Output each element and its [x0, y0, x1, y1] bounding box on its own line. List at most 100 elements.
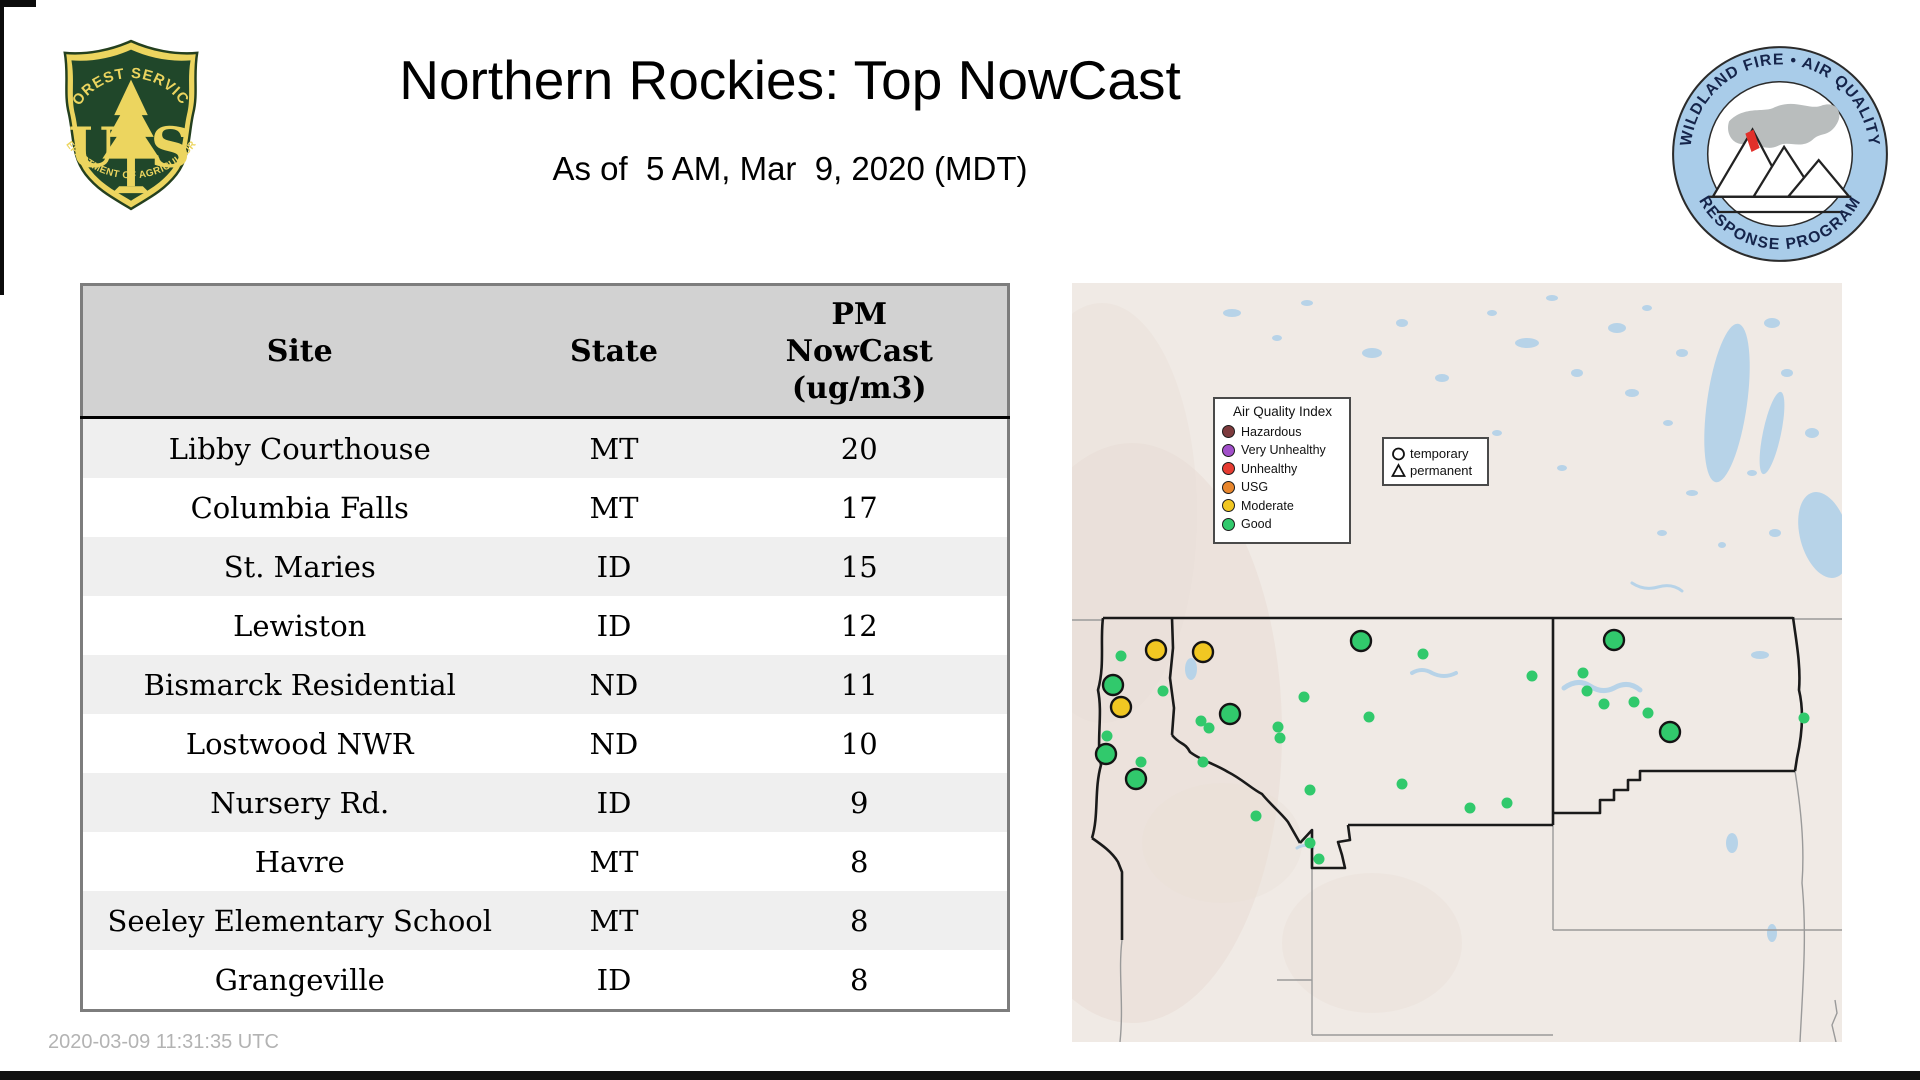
column-header-pm-nowcast: PM NowCast (ug/m3): [711, 284, 1009, 419]
page-frame-top: [0, 0, 36, 7]
page-frame-left: [0, 0, 4, 295]
state-cell: MT: [516, 832, 712, 891]
value-cell: 9: [711, 773, 1009, 832]
site-cell: Havre: [81, 832, 517, 891]
monitor-marker-good: [1298, 691, 1310, 703]
aqi-legend-item: Very Unhealthy: [1222, 443, 1343, 459]
monitor-marker-good: [1417, 648, 1429, 660]
column-header-state: State: [516, 284, 712, 419]
state-cell: ID: [516, 537, 712, 596]
value-cell: 11: [711, 655, 1009, 714]
monitor-marker-good: [1197, 756, 1209, 768]
monitor-marker-good: [1798, 712, 1810, 724]
monitor-marker-good: [1304, 784, 1316, 796]
aqi-legend-item: Good: [1222, 517, 1343, 533]
value-cell: 12: [711, 596, 1009, 655]
state-cell: ID: [516, 773, 712, 832]
aqi-legend-item: Unhealthy: [1222, 461, 1343, 477]
table-header: Site State PM NowCast (ug/m3): [81, 284, 1009, 419]
value-cell: 17: [711, 478, 1009, 537]
symbol-legend: temporary permanent: [1382, 437, 1489, 486]
aqi-color-dot: [1222, 462, 1235, 476]
monitor-marker-good: [1203, 722, 1215, 734]
wfaqrp-logo: WILDLAND FIRE • AIR QUALITY RESPONSE PRO…: [1668, 42, 1892, 266]
page-title: Northern Rockies: Top NowCast: [399, 49, 1181, 111]
site-cell: Grangeville: [81, 950, 517, 1011]
page-subtitle: As of 5 AM, Mar 9, 2020 (MDT): [552, 150, 1028, 187]
monitor-marker-moderate: [1109, 695, 1133, 719]
temporary-label: temporary: [1410, 446, 1469, 461]
table-row: Grangeville ID 8: [81, 950, 1009, 1011]
site-cell: Lewiston: [81, 596, 517, 655]
monitor-marker-good: [1598, 698, 1610, 710]
monitor-marker-good: [1349, 629, 1373, 653]
temporary-circle-icon: [1392, 447, 1405, 461]
aqi-legend-label: Hazardous: [1241, 424, 1302, 439]
monitor-marker-good: [1218, 702, 1242, 726]
monitor-marker-moderate: [1191, 640, 1215, 664]
monitor-marker-good: [1658, 720, 1682, 744]
site-cell: St. Maries: [81, 537, 517, 596]
monitor-marker-good: [1101, 673, 1125, 697]
aqi-color-dot: [1222, 480, 1235, 494]
page-frame-bottom: [0, 1071, 1920, 1080]
table-row: Lostwood NWR ND 10: [81, 714, 1009, 773]
monitor-marker-good: [1115, 650, 1127, 662]
site-cell: Seeley Elementary School: [81, 891, 517, 950]
site-cell: Libby Courthouse: [81, 417, 517, 478]
monitor-marker-good: [1628, 696, 1640, 708]
monitor-marker-good: [1526, 670, 1538, 682]
monitor-marker-good: [1581, 685, 1593, 697]
aqi-color-dot: [1222, 425, 1235, 439]
value-cell: 15: [711, 537, 1009, 596]
table-row: Seeley Elementary School MT 8: [81, 891, 1009, 950]
monitor-marker-good: [1274, 732, 1286, 744]
monitor-marker-good: [1304, 837, 1316, 849]
site-cell: Bismarck Residential: [81, 655, 517, 714]
monitor-marker-good: [1501, 797, 1513, 809]
table-row: St. Maries ID 15: [81, 537, 1009, 596]
monitor-marker-good: [1363, 711, 1375, 723]
monitor-marker-good: [1101, 730, 1113, 742]
monitor-marker-moderate: [1144, 638, 1168, 662]
monitor-marker-good: [1577, 667, 1589, 679]
aqi-legend-label: Unhealthy: [1241, 461, 1298, 476]
aqi-color-dot: [1222, 443, 1235, 457]
monitor-marker-good: [1642, 707, 1654, 719]
state-cell: MT: [516, 891, 712, 950]
monitor-marker-good: [1124, 767, 1148, 791]
value-cell: 8: [711, 832, 1009, 891]
table-row: Columbia Falls MT 17: [81, 478, 1009, 537]
monitor-marker-good: [1396, 778, 1408, 790]
state-cell: MT: [516, 417, 712, 478]
aqi-legend-item: Moderate: [1222, 498, 1343, 514]
monitor-marker-good: [1250, 810, 1262, 822]
column-header-site: Site: [81, 284, 517, 419]
monitor-marker-good: [1272, 721, 1284, 733]
value-cell: 20: [711, 417, 1009, 478]
monitor-marker-good: [1157, 685, 1169, 697]
monitor-map: Air Quality Index Hazardous Very Unhealth…: [1072, 283, 1842, 1042]
permanent-label: permanent: [1410, 463, 1473, 478]
table-row: Lewiston ID 12: [81, 596, 1009, 655]
aqi-color-dot: [1222, 499, 1235, 513]
aqi-legend-item: USG: [1222, 480, 1343, 496]
site-cell: Nursery Rd.: [81, 773, 517, 832]
aqi-legend-label: USG: [1241, 480, 1269, 495]
table-row: Bismarck Residential ND 11: [81, 655, 1009, 714]
value-cell: 10: [711, 714, 1009, 773]
aqi-legend-label: Very Unhealthy: [1241, 443, 1326, 458]
value-cell: 8: [711, 891, 1009, 950]
usfs-logo: FOREST SERVICE DEPARTMENT OF AGRICULTURE…: [47, 24, 210, 214]
usfs-shield-icon: FOREST SERVICE DEPARTMENT OF AGRICULTURE…: [47, 24, 199, 211]
state-cell: ND: [516, 655, 712, 714]
aqi-legend-label: Moderate: [1241, 498, 1294, 513]
generated-timestamp: 2020-03-09 11:31:35 UTC: [48, 1031, 279, 1053]
table-row: Libby Courthouse MT 20: [81, 417, 1009, 478]
state-cell: ND: [516, 714, 712, 773]
basemap: [1072, 283, 1842, 1042]
aqi-legend-label: Good: [1241, 517, 1272, 532]
nowcast-table: Site State PM NowCast (ug/m3) Libby Courth…: [80, 283, 1010, 1012]
aqi-legend: Air Quality Index Hazardous Very Unhealth…: [1213, 397, 1351, 544]
monitor-marker-good: [1602, 628, 1626, 652]
